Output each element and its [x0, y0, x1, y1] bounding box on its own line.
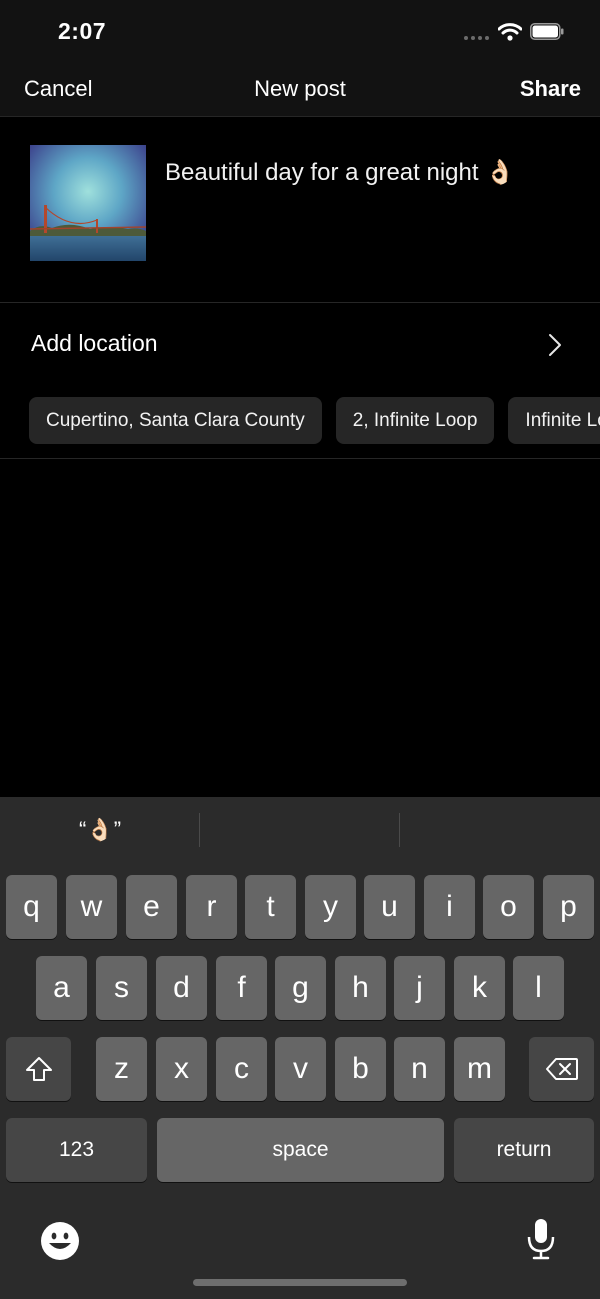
- key-n[interactable]: n: [394, 1037, 445, 1101]
- key-i[interactable]: i: [424, 875, 475, 939]
- key-l[interactable]: l: [513, 956, 564, 1020]
- caption-input[interactable]: Beautiful day for a great night 👌🏻: [165, 158, 515, 187]
- key-a[interactable]: a: [36, 956, 87, 1020]
- key-k[interactable]: k: [454, 956, 505, 1020]
- divider: [0, 458, 600, 459]
- key-r[interactable]: r: [186, 875, 237, 939]
- key-e[interactable]: e: [126, 875, 177, 939]
- suggestion-right[interactable]: [400, 797, 600, 863]
- battery-icon: [530, 23, 564, 40]
- key-v[interactable]: v: [275, 1037, 326, 1101]
- space-key[interactable]: space: [157, 1118, 444, 1182]
- divider: [0, 302, 600, 303]
- key-p[interactable]: p: [543, 875, 594, 939]
- key-m[interactable]: m: [454, 1037, 505, 1101]
- nav-bar: Cancel New post Share: [0, 64, 600, 117]
- key-y[interactable]: y: [305, 875, 356, 939]
- golden-gate-bridge-photo: [30, 145, 146, 261]
- return-key[interactable]: return: [454, 1118, 594, 1182]
- key-d[interactable]: d: [156, 956, 207, 1020]
- location-chip[interactable]: Cupertino, Santa Clara County: [29, 397, 322, 444]
- key-x[interactable]: x: [156, 1037, 207, 1101]
- key-u[interactable]: u: [364, 875, 415, 939]
- chevron-right-icon: [549, 334, 561, 356]
- page-title: New post: [254, 76, 346, 101]
- status-time: 2:07: [58, 18, 107, 44]
- key-j[interactable]: j: [394, 956, 445, 1020]
- shift-key[interactable]: [6, 1037, 71, 1101]
- share-button[interactable]: Share: [520, 76, 581, 102]
- key-t[interactable]: t: [245, 875, 296, 939]
- suggestion-left[interactable]: “👌🏻”: [0, 797, 200, 863]
- status-bar: 2:07: [0, 0, 600, 64]
- shift-arrow-icon: [25, 1057, 52, 1081]
- cellular-signal-icon: [464, 36, 489, 40]
- suggestion-middle[interactable]: [200, 797, 400, 863]
- key-f[interactable]: f: [216, 956, 267, 1020]
- home-indicator[interactable]: [193, 1279, 407, 1286]
- predictive-bar: “👌🏻”: [0, 797, 600, 863]
- post-image-thumbnail[interactable]: [30, 145, 146, 261]
- key-c[interactable]: c: [216, 1037, 267, 1101]
- key-w[interactable]: w: [66, 875, 117, 939]
- location-suggestions: Cupertino, Santa Clara County 2, Infinit…: [29, 397, 600, 444]
- key-b[interactable]: b: [335, 1037, 386, 1101]
- emoji-icon[interactable]: [40, 1221, 80, 1261]
- backspace-icon: [545, 1058, 578, 1080]
- wifi-icon: [498, 23, 522, 41]
- key-g[interactable]: g: [275, 956, 326, 1020]
- keyboard: “👌🏻” q w e r t y u i o p a s d f g h j k…: [0, 797, 600, 1299]
- location-chip[interactable]: 2, Infinite Loop: [335, 397, 495, 444]
- key-q[interactable]: q: [6, 875, 57, 939]
- add-location-label: Add location: [31, 330, 158, 356]
- key-h[interactable]: h: [335, 956, 386, 1020]
- key-s[interactable]: s: [96, 956, 147, 1020]
- numbers-key[interactable]: 123: [6, 1118, 147, 1182]
- delete-key[interactable]: [529, 1037, 594, 1101]
- add-location-row[interactable]: Add location: [0, 304, 600, 384]
- key-o[interactable]: o: [483, 875, 534, 939]
- key-z[interactable]: z: [96, 1037, 147, 1101]
- microphone-icon[interactable]: [526, 1217, 556, 1261]
- location-chip[interactable]: Infinite Loop: [508, 397, 600, 444]
